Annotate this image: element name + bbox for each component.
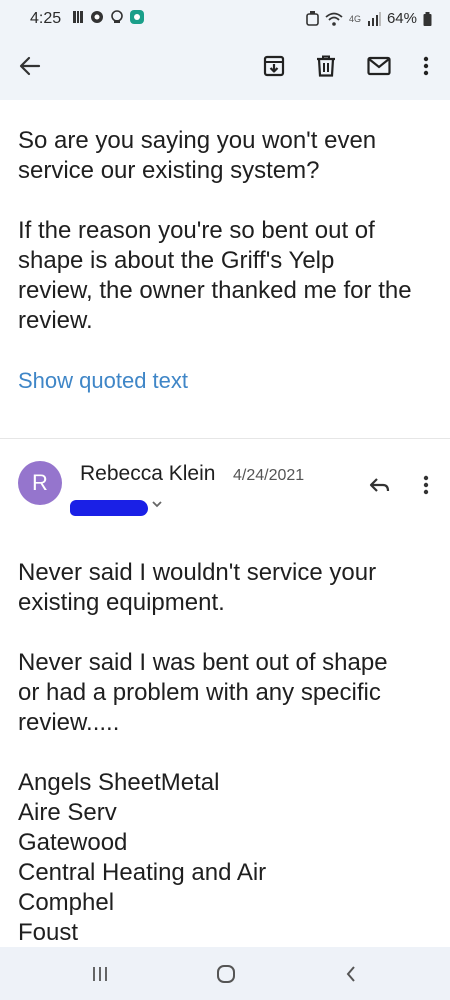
status-time: 4:25 [30, 10, 62, 27]
message-paragraph: Never said I wouldn't service your exist… [18, 559, 377, 616]
mark-unread-button[interactable] [361, 46, 397, 86]
reply-icon [369, 478, 390, 492]
recipient-details-toggle[interactable] [151, 496, 163, 514]
archive-icon [263, 55, 285, 77]
signal-icon [367, 11, 381, 26]
system-icons: 4G 64% [306, 10, 432, 27]
notification-icons [72, 10, 144, 24]
more-vert-icon [423, 475, 429, 495]
message-paragraph: So are you saying you won't even service… [18, 127, 377, 184]
system-nav-bar [0, 947, 450, 1000]
avatar[interactable]: R [18, 461, 62, 505]
arrow-left-icon [19, 56, 41, 76]
message-paragraph: Angels SheetMetal Aire Serv Gatewood Cen… [18, 769, 267, 946]
message-divider [0, 438, 450, 439]
battery-percent: 64% [386, 10, 417, 27]
message-date: 4/24/2021 [233, 467, 305, 484]
status-bar: 4:25 4G 64% [0, 0, 450, 38]
message-more-button[interactable] [414, 470, 438, 500]
system-back-button[interactable] [336, 959, 366, 989]
more-options-button[interactable] [408, 46, 444, 86]
recent-apps-icon [93, 967, 107, 981]
trash-icon [317, 55, 335, 77]
quoted-message-body: So are you saying you won't even service… [18, 126, 438, 366]
back-button[interactable] [12, 46, 48, 86]
archive-button[interactable] [256, 46, 292, 86]
wifi-icon [325, 12, 343, 26]
home-button[interactable] [211, 959, 241, 989]
app-bar [0, 46, 450, 86]
message-paragraph: If the reason you're so bent out of shap… [18, 217, 412, 334]
sender-name[interactable]: Rebecca Klein [80, 462, 215, 486]
alarm-icon [306, 11, 319, 26]
notification-book-icon [73, 11, 83, 23]
chevron-down-icon [152, 501, 162, 508]
envelope-icon [367, 56, 391, 76]
notification-cloud-icon [111, 10, 123, 23]
chevron-left-icon [346, 966, 355, 982]
show-quoted-text-link[interactable]: Show quoted text [18, 368, 188, 394]
notification-circle-icon [91, 11, 103, 23]
battery-icon [423, 11, 432, 26]
redacted-recipient [70, 500, 148, 516]
home-icon [217, 965, 235, 983]
network-type: 4G [348, 13, 361, 24]
delete-button[interactable] [308, 46, 344, 86]
message-paragraph: Never said I was bent out of shape or ha… [18, 649, 388, 736]
recent-apps-button[interactable] [85, 959, 115, 989]
notification-app-icon [130, 10, 144, 24]
more-vert-icon [423, 56, 429, 76]
message-body: Never said I wouldn't service your exist… [18, 558, 438, 978]
reply-button[interactable] [364, 471, 396, 499]
